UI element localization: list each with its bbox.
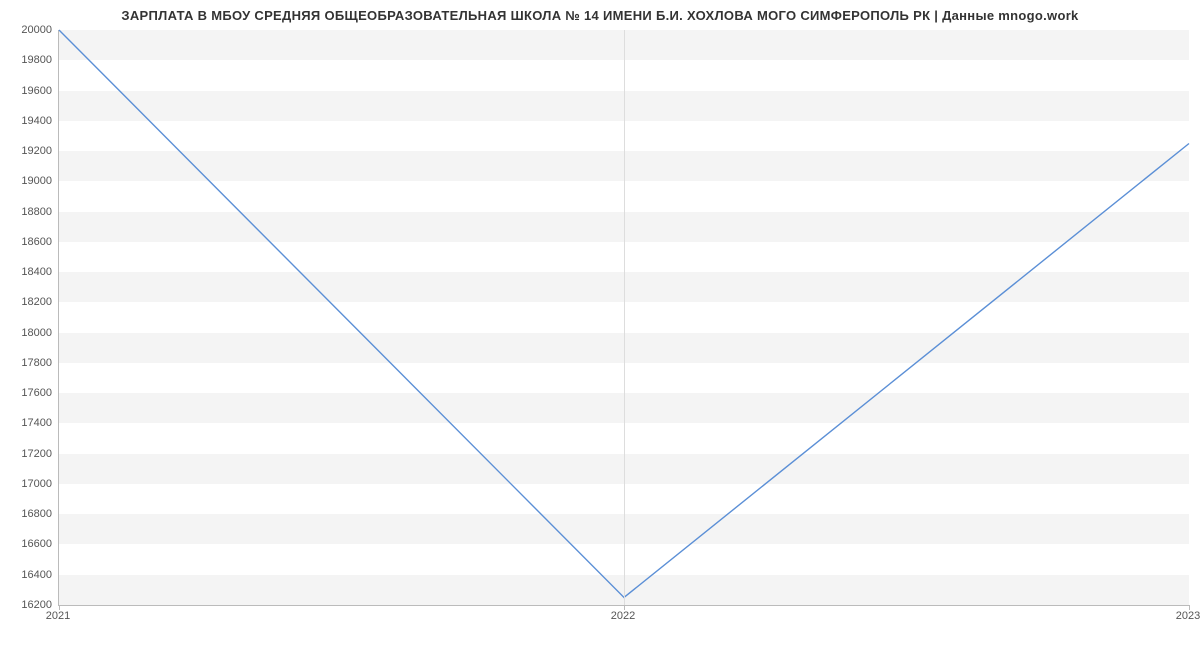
y-tick-label: 20000 bbox=[4, 24, 52, 36]
y-tick-label: 19400 bbox=[4, 115, 52, 127]
y-tick-label: 18800 bbox=[4, 206, 52, 218]
y-tick-label: 19000 bbox=[4, 175, 52, 187]
y-tick-label: 16400 bbox=[4, 569, 52, 581]
y-tick-label: 17600 bbox=[4, 387, 52, 399]
y-tick-label: 17200 bbox=[4, 448, 52, 460]
y-tick-label: 19600 bbox=[4, 85, 52, 97]
y-tick-label: 17000 bbox=[4, 478, 52, 490]
x-tick-label: 2023 bbox=[1176, 610, 1200, 622]
x-tick-label: 2022 bbox=[611, 610, 635, 622]
x-tick-label: 2021 bbox=[46, 610, 70, 622]
y-tick-label: 16600 bbox=[4, 538, 52, 550]
y-tick-label: 18000 bbox=[4, 327, 52, 339]
chart-title: ЗАРПЛАТА В МБОУ СРЕДНЯЯ ОБЩЕОБРАЗОВАТЕЛЬ… bbox=[0, 0, 1200, 23]
y-tick-label: 18200 bbox=[4, 296, 52, 308]
y-tick-label: 19800 bbox=[4, 54, 52, 66]
plot-area bbox=[58, 30, 1189, 606]
y-tick-label: 17800 bbox=[4, 357, 52, 369]
y-tick-label: 18600 bbox=[4, 236, 52, 248]
y-tick-label: 17400 bbox=[4, 417, 52, 429]
y-tick-label: 16800 bbox=[4, 508, 52, 520]
v-gridline bbox=[624, 30, 625, 605]
salary-line-chart: ЗАРПЛАТА В МБОУ СРЕДНЯЯ ОБЩЕОБРАЗОВАТЕЛЬ… bbox=[0, 0, 1200, 650]
y-tick-label: 19200 bbox=[4, 145, 52, 157]
y-tick-label: 18400 bbox=[4, 266, 52, 278]
